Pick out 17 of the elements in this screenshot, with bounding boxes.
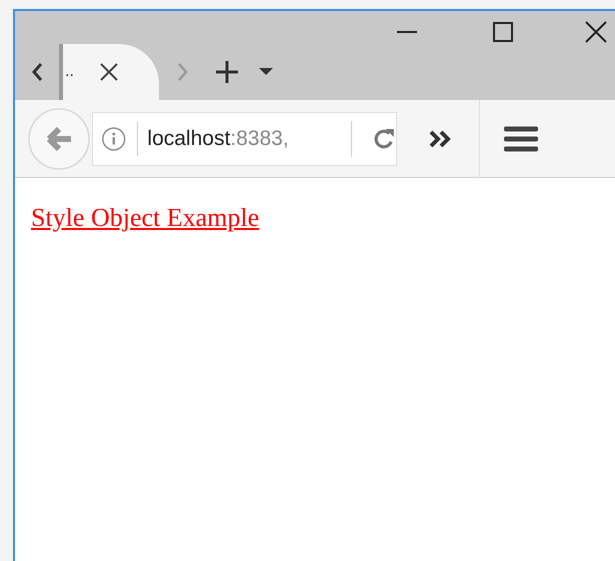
plus-icon[interactable]	[215, 60, 239, 84]
minimize-icon[interactable]	[397, 30, 417, 34]
url-text: localhost:8383,	[147, 126, 290, 152]
address-bar[interactable]: localhost:8383,	[92, 112, 397, 166]
link[interactable]: Style Object Example	[31, 203, 260, 232]
scroll-right-icon	[177, 62, 189, 82]
scroll-left-icon[interactable]	[31, 62, 43, 82]
close-icon[interactable]	[585, 21, 607, 43]
close-icon[interactable]	[99, 62, 119, 82]
dropdown-icon[interactable]	[259, 68, 273, 76]
maximize-icon[interactable]	[493, 22, 513, 42]
tab-title: ..	[65, 62, 75, 82]
overflow-icon[interactable]	[429, 130, 453, 148]
menu-icon[interactable]	[504, 126, 538, 152]
back-icon[interactable]	[27, 106, 91, 170]
active-tab[interactable]: ..	[59, 44, 159, 100]
info-icon[interactable]	[101, 124, 126, 152]
